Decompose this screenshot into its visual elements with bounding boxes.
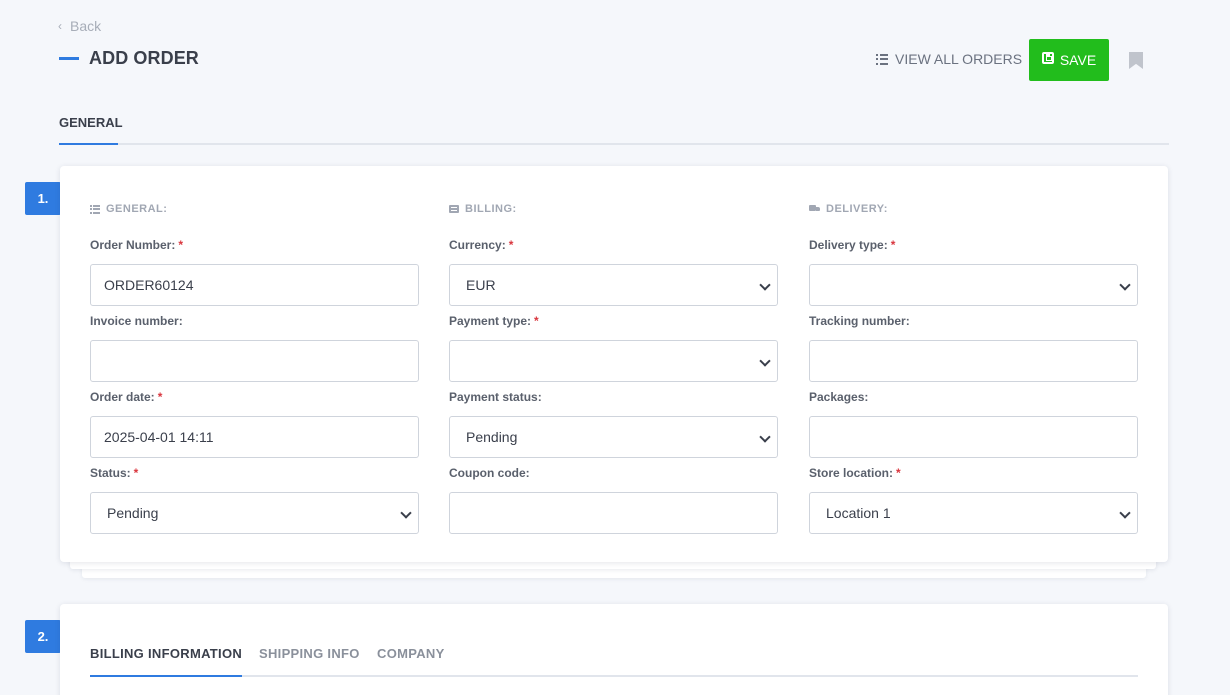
currency-field: Currency: * EUR [449,238,778,306]
truck-icon [809,205,820,213]
required-mark: * [157,390,163,404]
credit-card-icon [449,205,459,213]
coupon-code-input[interactable] [449,492,778,534]
tracking-number-label: Tracking number: [809,314,910,328]
payment-type-field: Payment type: * [449,314,778,382]
payment-type-label: Payment type: * [449,314,539,328]
page-header: ADD ORDER [59,48,199,69]
tab-company[interactable]: COMPANY [377,646,445,677]
payment-status-select[interactable]: Pending [449,416,778,458]
required-mark: * [508,238,514,252]
coupon-code-label: Coupon code: [449,466,530,480]
invoice-number-field: Invoice number: [90,314,419,382]
order-date-field: Order date: * 2025-04-01 14:11 [90,390,419,458]
save-button[interactable]: SAVE [1029,39,1109,81]
required-mark: * [890,238,896,252]
order-number-field: Order Number: * ORDER60124 [90,238,419,306]
store-location-label: Store location: * [809,466,901,480]
invoice-number-label: Invoice number: [90,314,183,328]
order-number-input[interactable]: ORDER60124 [90,264,419,306]
status-label: Status: * [90,466,139,480]
store-location-select[interactable]: Location 1 [809,492,1138,534]
tracking-number-field: Tracking number: [809,314,1138,382]
payment-status-label: Payment status: [449,390,542,404]
order-number-label: Order Number: * [90,238,184,252]
chevron-left-icon: ‹ [58,19,62,33]
payment-type-select[interactable] [449,340,778,382]
info-card: BILLING INFORMATION SHIPPING INFO COMPAN… [60,604,1168,695]
invoice-number-input[interactable] [90,340,419,382]
delivery-type-select[interactable] [809,264,1138,306]
status-select[interactable]: Pending [90,492,419,534]
general-heading-label: GENERAL: [106,203,168,215]
required-mark: * [896,466,901,480]
tab-shipping-info[interactable]: SHIPPING INFO [259,646,360,677]
page-title: ADD ORDER [89,48,199,68]
store-location-field: Store location: * Location 1 [809,466,1138,534]
delivery-type-field: Delivery type: * [809,238,1138,306]
required-mark: * [133,466,139,480]
billing-section-heading: BILLING: [449,202,778,216]
delivery-heading-label: DELIVERY: [826,203,888,215]
billing-heading-label: BILLING: [465,203,517,215]
delivery-section-heading: DELIVERY: [809,202,1138,216]
bookmark-icon[interactable] [1129,52,1143,69]
tracking-number-input[interactable] [809,340,1138,382]
list-icon [90,204,100,214]
required-mark: * [178,238,184,252]
list-icon [876,53,888,65]
required-mark: * [534,314,539,328]
order-date-input[interactable]: 2025-04-01 14:11 [90,416,419,458]
packages-input[interactable] [809,416,1138,458]
view-all-orders-label: VIEW ALL ORDERS [895,51,1023,67]
step-badge-2: 2. [25,620,61,653]
delivery-type-label: Delivery type: * [809,238,896,252]
back-link[interactable]: ‹ Back [58,18,101,34]
packages-field: Packages: [809,390,1138,458]
tab-billing-information[interactable]: BILLING INFORMATION [90,646,243,677]
delivery-column: DELIVERY: Delivery type: * Tracking numbe… [809,202,1138,534]
order-date-label: Order date: * [90,390,163,404]
floppy-disk-icon [1041,51,1054,64]
coupon-code-field: Coupon code: [449,466,778,534]
billing-column: BILLING: Currency: * EUR Payment type: * P… [449,202,778,534]
general-card: GENERAL: Order Number: * ORDER60124 Invoi… [60,166,1168,562]
back-label: Back [70,18,102,34]
packages-label: Packages: [809,390,869,404]
general-section-heading: GENERAL: [90,202,419,216]
view-all-orders-button[interactable]: VIEW ALL ORDERS [876,51,1022,67]
step-badge-1: 1. [25,182,61,215]
payment-status-field: Payment status: Pending [449,390,778,458]
currency-label: Currency: * [449,238,514,252]
general-column: GENERAL: Order Number: * ORDER60124 Invoi… [90,202,419,534]
info-tabs: BILLING INFORMATION SHIPPING INFO COMPAN… [90,640,1138,677]
currency-select[interactable]: EUR [449,264,778,306]
title-accent-bar [59,57,79,60]
status-field: Status: * Pending [90,466,419,534]
main-tabs: GENERAL [59,110,1169,145]
save-label: SAVE [1059,52,1097,68]
tab-general[interactable]: GENERAL [59,110,123,145]
